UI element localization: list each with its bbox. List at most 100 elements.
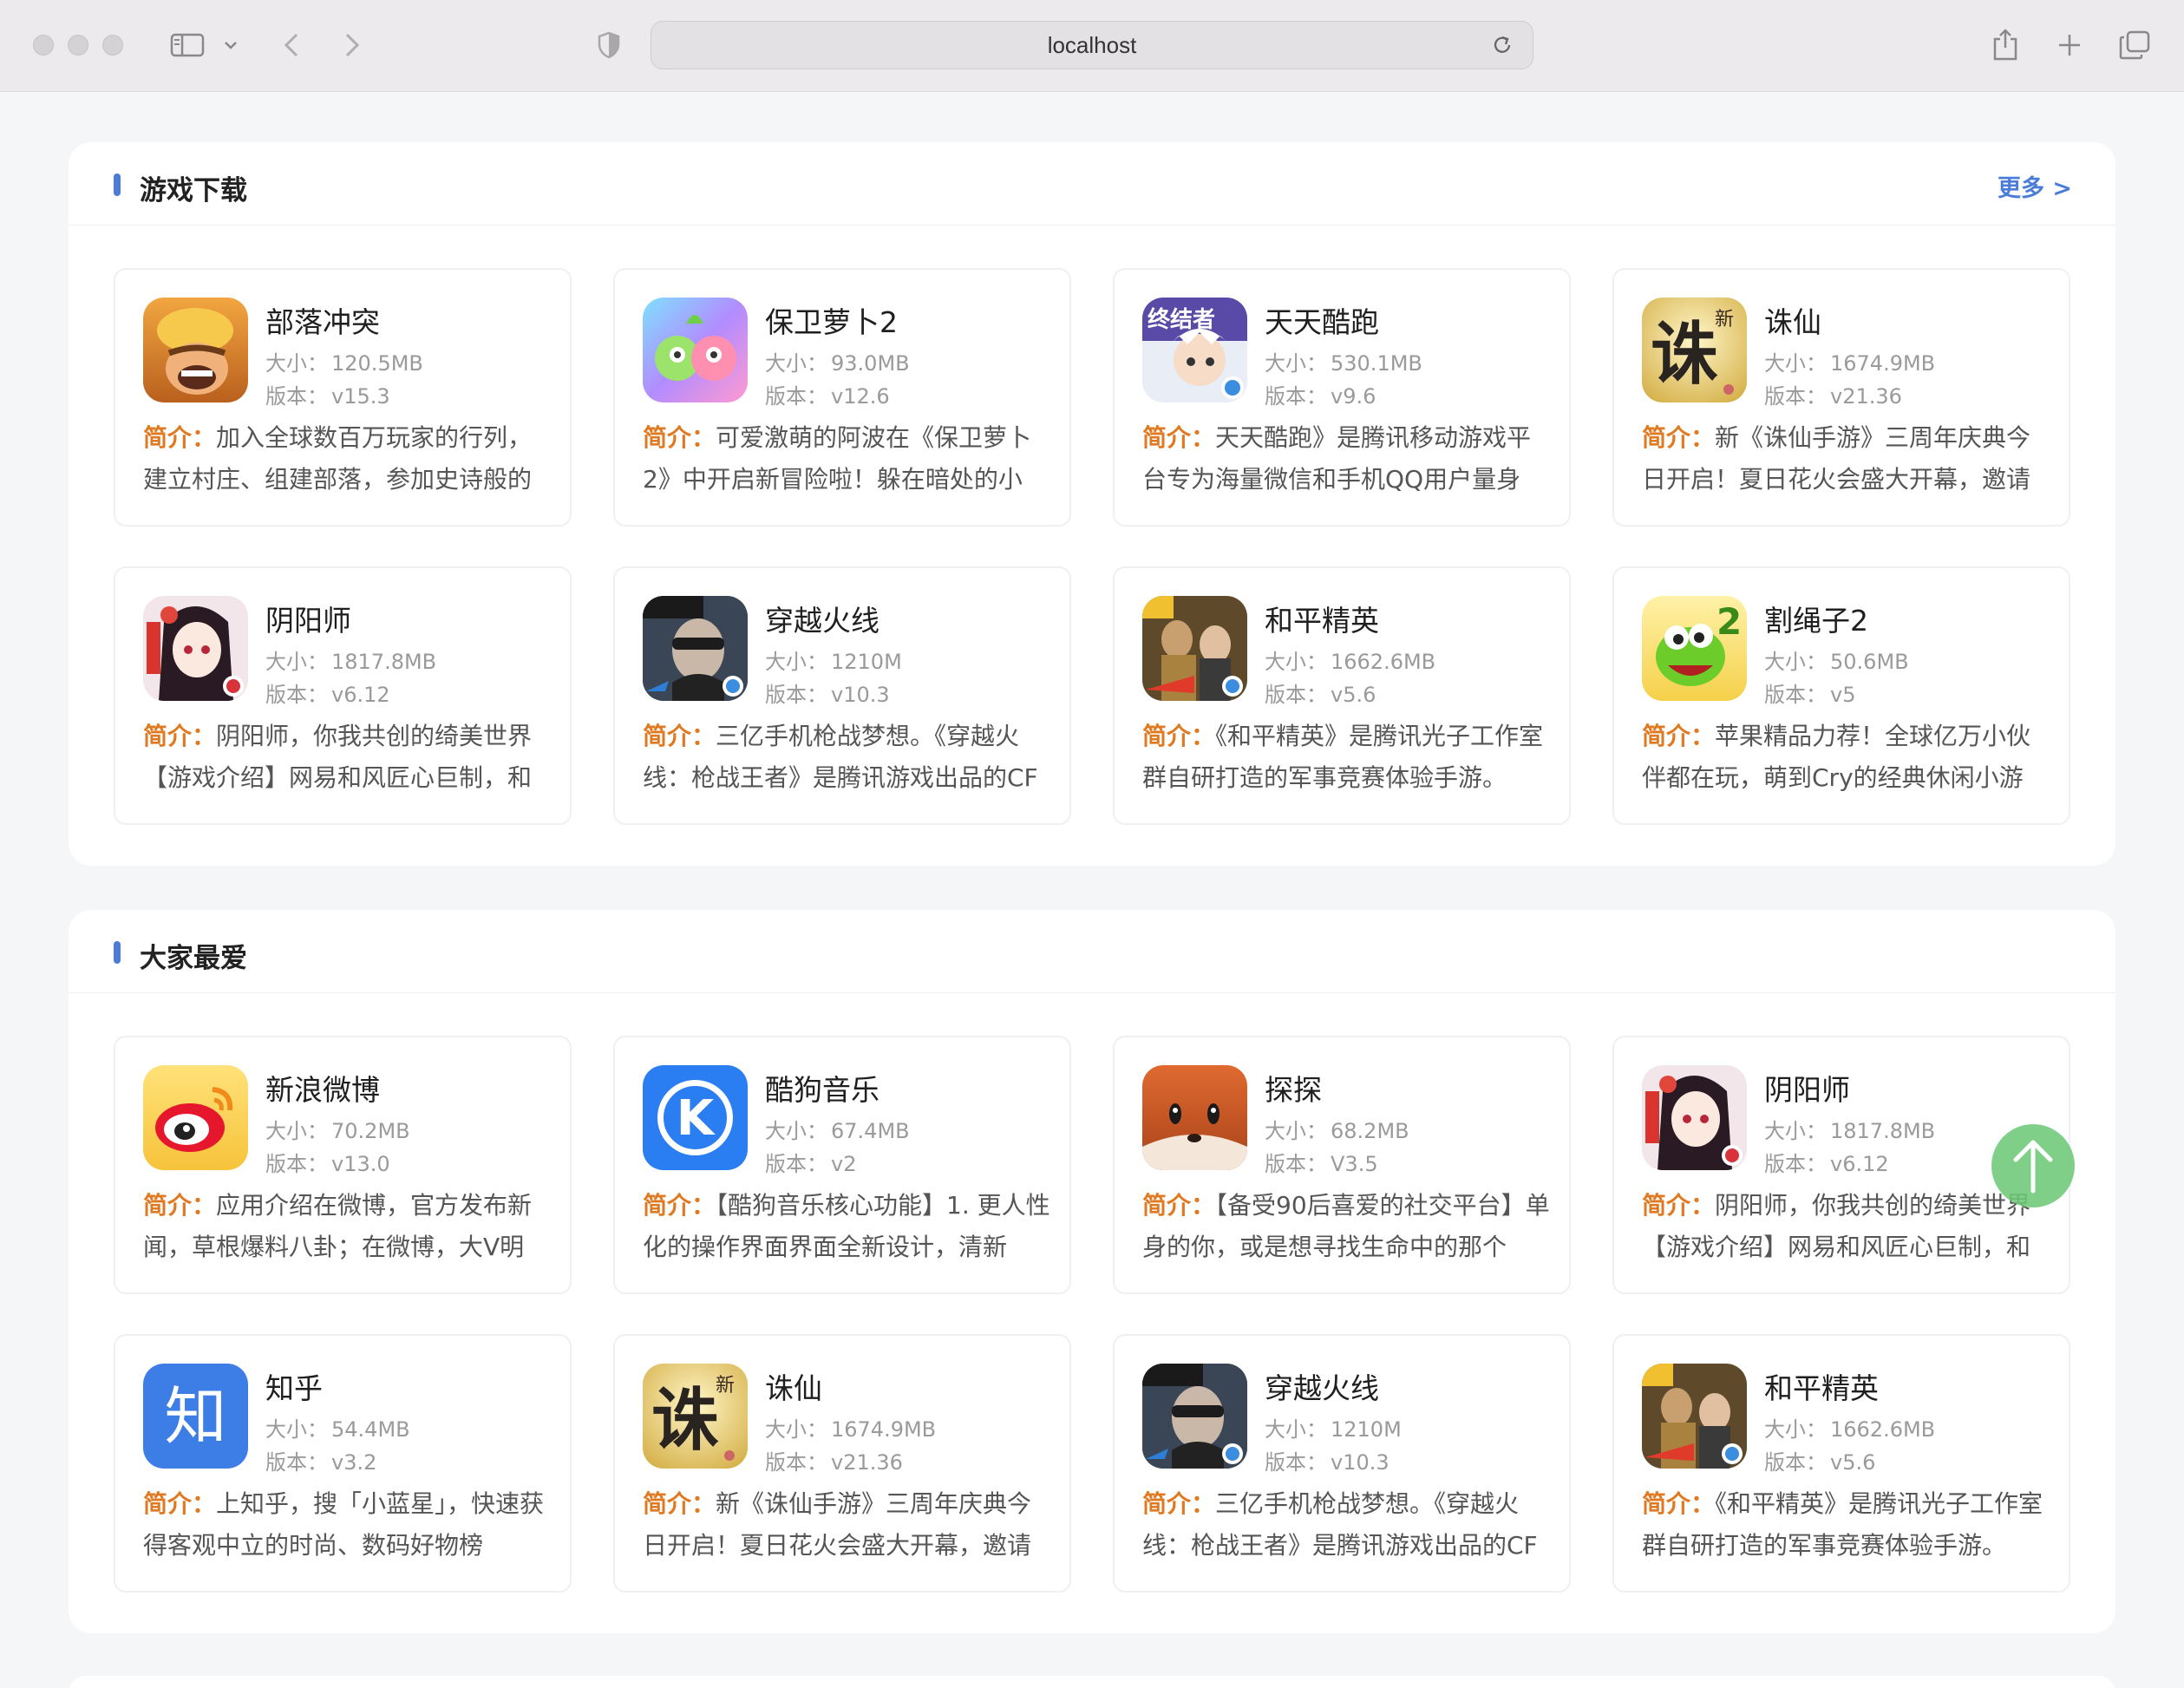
share-icon[interactable]	[1988, 24, 2023, 66]
version-label: 版本：	[765, 384, 827, 409]
back-icon[interactable]	[278, 24, 305, 66]
coc-icon[interactable]	[143, 298, 248, 402]
app-size: 大小： 54.4MB	[265, 1412, 410, 1443]
version-label: 版本：	[1764, 1450, 1827, 1475]
new-tab-icon[interactable]	[2052, 24, 2087, 66]
size-label: 大小：	[265, 1417, 328, 1442]
app-card[interactable]: 诛新 诛仙 大小： 1674.9MB 版本： v21.36 简介：新《诛仙手游》三周…	[613, 1334, 1071, 1593]
app-description: 简介：天天酷跑》是腾讯移动游戏平台专为海量微信和手机QQ用户量身	[1142, 417, 1550, 501]
size-label: 大小：	[265, 650, 328, 674]
app-name[interactable]: 酷狗音乐	[765, 1067, 879, 1109]
size-value: 530.1MB	[1331, 351, 1422, 376]
kugou-icon[interactable]: K	[643, 1065, 748, 1170]
onmyoji-icon[interactable]	[1642, 1065, 1747, 1170]
address-bar[interactable]: localhost	[651, 21, 1533, 69]
description-label: 简介：	[143, 722, 217, 750]
app-name[interactable]: 诛仙	[1764, 299, 1821, 341]
onmyoji-icon[interactable]	[143, 596, 248, 701]
app-size: 大小： 93.0MB	[765, 346, 910, 376]
app-card[interactable]: 终结者 天天酷跑 大小： 530.1MB 版本： v9.6 简介：天天酷跑》是腾讯移…	[1113, 268, 1571, 527]
minimize-window-button[interactable]	[68, 35, 88, 56]
app-name[interactable]: 部落冲突	[265, 299, 380, 341]
size-value: 1817.8MB	[331, 650, 437, 674]
app-name[interactable]: 天天酷跑	[1265, 299, 1379, 341]
privacy-shield-icon[interactable]	[595, 24, 623, 66]
app-card[interactable]: 诛新 诛仙 大小： 1674.9MB 版本： v21.36 简介：新《诛仙手游》三周…	[1612, 268, 2070, 527]
carrot-icon[interactable]	[643, 298, 748, 402]
peace-elite-icon[interactable]	[1142, 596, 1247, 701]
app-card[interactable]: 2 割绳子2 大小： 50.6MB 版本： v5 简介：苹果精品力荐！全球亿万小伙伴…	[1612, 566, 2070, 825]
app-name[interactable]: 阴阳师	[265, 598, 351, 639]
peace-elite-icon[interactable]	[1642, 1364, 1747, 1469]
size-label: 大小：	[765, 351, 827, 376]
app-name[interactable]: 穿越火线	[765, 598, 879, 639]
zoom-window-button[interactable]	[102, 35, 123, 56]
app-card[interactable]: 保卫萝卜2 大小： 93.0MB 版本： v12.6 简介：可爱激萌的阿波在《保卫萝…	[613, 268, 1071, 527]
size-value: 1674.9MB	[831, 1417, 937, 1442]
crossfire-icon[interactable]	[643, 596, 748, 701]
version-label: 版本：	[265, 1450, 328, 1475]
app-card[interactable]: 和平精英 大小： 1662.6MB 版本： v5.6 简介：《和平精英》是腾讯光子工…	[1612, 1334, 2070, 1593]
zhuxian-icon[interactable]: 诛新	[643, 1364, 748, 1469]
app-name[interactable]: 探探	[1265, 1067, 1322, 1109]
cut-rope-icon[interactable]: 2	[1642, 596, 1747, 701]
app-version: 版本： v21.36	[1764, 379, 1902, 409]
section-header: 大家最爱	[69, 910, 2115, 993]
app-version: 版本： v5.6	[1265, 677, 1376, 708]
crossfire-icon[interactable]	[1142, 1364, 1247, 1469]
back-to-top-button[interactable]	[1991, 1124, 2075, 1207]
size-label: 大小：	[765, 650, 827, 674]
app-card[interactable]: 部落冲突 大小： 120.5MB 版本： v15.3 简介：加入全球数百万玩家的行列…	[114, 268, 572, 527]
svg-text:终结者: 终结者	[1148, 306, 1215, 333]
app-name[interactable]: 新浪微博	[265, 1067, 380, 1109]
app-card[interactable]: 穿越火线 大小： 1210M 版本： v10.3 简介：三亿手机枪战梦想。《穿越火线…	[613, 566, 1071, 825]
app-name[interactable]: 阴阳师	[1764, 1067, 1850, 1109]
app-card[interactable]: 阴阳师 大小： 1817.8MB 版本： v6.12 简介：阴阳师，你我共创的绮美世…	[114, 566, 572, 825]
app-version: 版本： v12.6	[765, 379, 890, 409]
forward-icon[interactable]	[338, 24, 366, 66]
more-link[interactable]: 更多 >	[1998, 169, 2072, 203]
chevron-down-icon[interactable]	[220, 24, 241, 66]
version-value: v5.6	[1830, 1450, 1876, 1475]
app-version: 版本： v21.36	[765, 1445, 903, 1475]
app-name[interactable]: 割绳子2	[1764, 598, 1868, 639]
description-label: 简介：	[1642, 423, 1716, 452]
version-label: 版本：	[765, 1450, 827, 1475]
app-size: 大小： 1817.8MB	[1764, 1114, 1935, 1144]
app-card[interactable]: 新浪微博 大小： 70.2MB 版本： v13.0 简介：应用介绍在微博，官方发布新…	[114, 1036, 572, 1294]
app-description: 简介：苹果精品力荐！全球亿万小伙伴都在玩，萌到Cry的经典休闲小游	[1642, 716, 2050, 799]
app-description: 简介：应用介绍在微博，官方发布新闻，草根爆料八卦；在微博，大V明	[143, 1185, 551, 1268]
tab-overview-icon[interactable]	[2116, 24, 2153, 66]
app-card[interactable]: 探探 大小： 68.2MB 版本： V3.5 简介：【备受90后喜爱的社交平台】单身…	[1113, 1036, 1571, 1294]
app-name[interactable]: 和平精英	[1764, 1365, 1879, 1407]
weibo-icon[interactable]	[143, 1065, 248, 1170]
reload-icon[interactable]	[1491, 34, 1514, 56]
version-label: 版本：	[1764, 683, 1827, 707]
app-card[interactable]: 知 知乎 大小： 54.4MB 版本： v3.2 简介：上知乎，搜「小蓝星」，快速获…	[114, 1334, 572, 1593]
favorites-section: 大家最爱 新浪微博 大小： 70.2MB 版本： v13.0 简介：应用介绍在微博，…	[69, 910, 2115, 1633]
parkour-icon[interactable]: 终结者	[1142, 298, 1247, 402]
size-value: 67.4MB	[831, 1119, 910, 1143]
app-name[interactable]: 知乎	[265, 1365, 323, 1407]
browser-toolbar: localhost	[0, 0, 2184, 92]
zhuxian-icon[interactable]: 诛新	[1642, 298, 1747, 402]
app-name[interactable]: 诛仙	[765, 1365, 822, 1407]
close-window-button[interactable]	[33, 35, 54, 56]
app-card[interactable]: K 酷狗音乐 大小： 67.4MB 版本： v2 简介：【酷狗音乐核心功能】1. 更…	[613, 1036, 1071, 1294]
game-download-section: 游戏下载 更多 > 部落冲突 大小： 120.5MB 版本： v15.3 简介：加入…	[69, 142, 2115, 866]
app-description: 简介：三亿手机枪战梦想。《穿越火线：枪战王者》是腾讯游戏出品的CF	[1142, 1483, 1550, 1567]
app-size: 大小： 1674.9MB	[765, 1412, 936, 1443]
app-name[interactable]: 和平精英	[1265, 598, 1379, 639]
app-version: 版本： v3.2	[265, 1445, 376, 1475]
sidebar-toggle-icon[interactable]	[167, 24, 208, 66]
zhihu-icon[interactable]: 知	[143, 1364, 248, 1469]
version-value: v10.3	[831, 683, 890, 707]
version-value: v9.6	[1331, 384, 1376, 409]
version-label: 版本：	[265, 1152, 328, 1176]
app-card[interactable]: 穿越火线 大小： 1210M 版本： v10.3 简介：三亿手机枪战梦想。《穿越火线…	[1113, 1334, 1571, 1593]
app-card[interactable]: 和平精英 大小： 1662.6MB 版本： v5.6 简介：《和平精英》是腾讯光子工…	[1113, 566, 1571, 825]
app-name[interactable]: 保卫萝卜2	[765, 299, 898, 341]
tantan-icon[interactable]	[1142, 1065, 1247, 1170]
app-description: 简介：新《诛仙手游》三周年庆典今日开启！夏日花火会盛大开幕，邀请	[1642, 417, 2050, 501]
app-name[interactable]: 穿越火线	[1265, 1365, 1379, 1407]
